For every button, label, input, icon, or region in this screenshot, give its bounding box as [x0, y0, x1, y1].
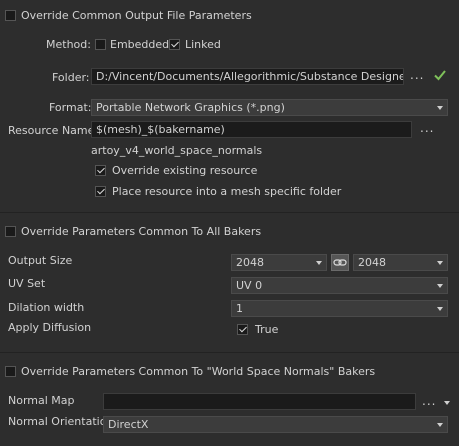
override-existing-label: Override existing resource: [112, 164, 258, 177]
section-divider: [0, 212, 459, 213]
chevron-down-icon: [437, 307, 443, 311]
dilation-width-spinbox[interactable]: 1: [231, 300, 448, 317]
format-dropdown[interactable]: Portable Network Graphics (*.png): [91, 99, 448, 116]
link-icon: [333, 259, 347, 266]
output-size-height-dropdown[interactable]: 2048: [353, 254, 448, 271]
override-output-label: Override Common Output File Parameters: [21, 9, 252, 22]
resource-name-label: Resource Name:: [8, 124, 99, 137]
override-output-checkbox[interactable]: [5, 10, 16, 21]
uv-set-label: UV Set: [8, 277, 46, 290]
output-size-width-dropdown[interactable]: 2048: [231, 254, 327, 271]
chevron-down-icon: [437, 261, 443, 265]
normal-orientation-value: DirectX: [108, 418, 149, 431]
linked-label: Linked: [185, 38, 221, 51]
resource-name-browse-button[interactable]: ...: [420, 121, 434, 135]
resource-preview: artoy_v4_world_space_normals: [91, 144, 263, 157]
uv-set-dropdown[interactable]: UV 0: [231, 277, 448, 294]
folder-label: Folder:: [52, 71, 90, 84]
apply-diffusion-label: Apply Diffusion: [8, 321, 92, 334]
dilation-width-label: Dilation width: [8, 301, 85, 314]
chevron-down-icon: [316, 261, 322, 265]
format-value: Portable Network Graphics (*.png): [96, 101, 285, 114]
folder-browse-button[interactable]: ...: [410, 68, 424, 82]
embedded-checkbox[interactable]: [95, 39, 106, 50]
output-size-label: Output Size: [8, 254, 73, 267]
chevron-down-icon: [437, 106, 443, 110]
method-label: Method:: [46, 38, 91, 51]
folder-valid-check-icon: [434, 69, 446, 81]
embedded-label: Embedded: [110, 38, 170, 51]
resource-name-input[interactable]: $(mesh)_$(bakername): [91, 121, 412, 138]
override-wsn-checkbox[interactable]: [5, 366, 16, 377]
normal-orientation-dropdown[interactable]: DirectX: [103, 416, 448, 433]
override-bakers-label: Override Parameters Common To All Bakers: [21, 225, 262, 238]
mesh-folder-label: Place resource into a mesh specific fold…: [112, 185, 342, 198]
apply-diffusion-value: True: [255, 323, 279, 336]
normal-map-label: Normal Map: [8, 394, 75, 407]
format-label: Format:: [49, 101, 92, 114]
mesh-folder-checkbox[interactable]: [95, 186, 106, 197]
linked-checkbox[interactable]: [169, 39, 180, 50]
output-size-width-value: 2048: [236, 256, 264, 269]
normal-orientation-label: Normal Orientation: [8, 415, 114, 428]
chevron-down-icon: [437, 284, 443, 288]
link-toggle-button[interactable]: [331, 254, 349, 271]
override-existing-checkbox[interactable]: [95, 165, 106, 176]
output-size-height-value: 2048: [358, 256, 386, 269]
normal-map-input[interactable]: [103, 393, 416, 410]
chevron-down-icon[interactable]: [444, 401, 450, 405]
dilation-width-value: 1: [236, 302, 243, 315]
folder-input[interactable]: D:/Vincent/Documents/Allegorithmic/Subst…: [91, 68, 404, 85]
chevron-down-icon: [437, 423, 443, 427]
override-wsn-label: Override Parameters Common To "World Spa…: [21, 365, 376, 378]
override-bakers-checkbox[interactable]: [5, 226, 16, 237]
normal-map-browse-button[interactable]: ...: [422, 394, 436, 408]
section-divider: [0, 352, 459, 353]
apply-diffusion-checkbox[interactable]: [237, 324, 248, 335]
uv-set-value: UV 0: [236, 279, 263, 292]
